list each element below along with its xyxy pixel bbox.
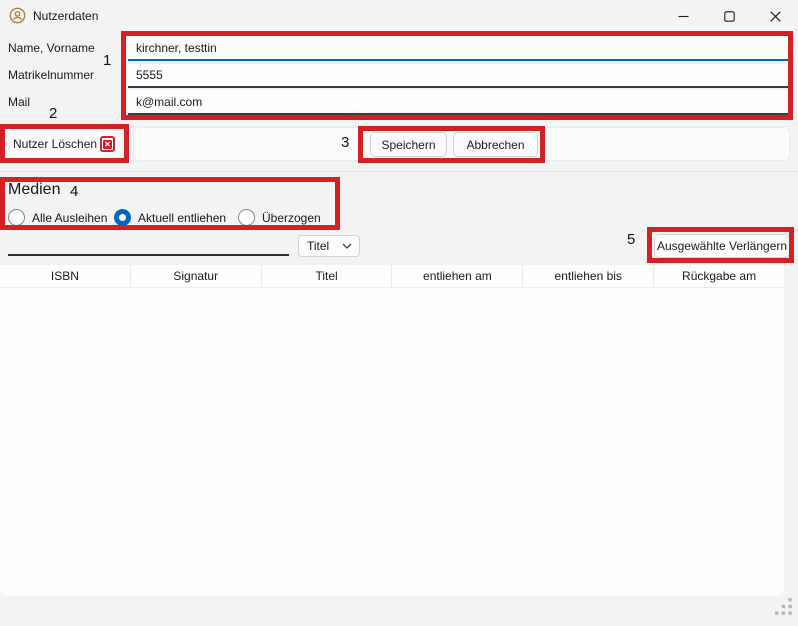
close-icon [770,11,781,22]
minimize-button[interactable] [660,0,706,32]
radio-circle [114,209,131,226]
medien-heading: Medien [8,181,60,199]
radio-ueberzogen[interactable]: Überzogen [238,209,321,226]
extend-selected-button[interactable]: Ausgewählte Verlängern [654,234,790,258]
radio-circle [238,209,255,226]
annotation-number-5: 5 [627,231,635,248]
mail-field-label: Mail [8,95,30,109]
minimize-icon [678,11,689,22]
close-button[interactable] [752,0,798,32]
annotation-number-1: 1 [103,52,111,69]
chevron-down-icon [342,243,352,249]
radio-label: Überzogen [262,211,321,225]
matrikelnummer-field[interactable] [128,64,788,88]
media-search-input[interactable] [8,234,289,256]
save-button[interactable]: Speichern [370,132,447,157]
delete-user-button[interactable]: Nutzer Löschen ✕ [4,127,123,161]
section-divider [0,171,798,172]
radio-label: Aktuell entliehen [138,211,226,225]
person-circle-icon [9,7,26,24]
radio-aktuell-entliehen[interactable]: Aktuell entliehen [114,209,226,226]
delete-x-icon: ✕ [100,136,115,152]
resize-grip[interactable] [774,597,794,617]
radio-circle [8,209,25,226]
filter-dropdown[interactable]: Titel [298,235,360,257]
name-field-label: Name, Vorname [8,41,95,55]
nutzerdaten-window: Nutzerdaten Name, Vorname Matrikelnummer… [0,0,798,626]
cancel-button[interactable]: Abbrechen [453,132,538,157]
delete-user-label: Nutzer Löschen [13,137,97,151]
column-header-isbn[interactable]: ISBN [0,265,130,287]
media-table-header: ISBN Signatur Titel entliehen am entlieh… [0,265,784,288]
column-header-signatur[interactable]: Signatur [130,265,261,287]
column-header-titel[interactable]: Titel [261,265,392,287]
column-header-entliehen-bis[interactable]: entliehen bis [522,265,653,287]
matrikelnummer-field-label: Matrikelnummer [8,68,94,82]
radio-alle-ausleihen[interactable]: Alle Ausleihen [8,209,107,226]
window-controls [660,0,798,32]
column-header-rueckgabe-am[interactable]: Rückgabe am [653,265,784,287]
filter-dropdown-value: Titel [307,239,329,253]
maximize-icon [724,11,735,22]
annotation-number-2: 2 [49,105,57,122]
mail-field[interactable] [128,90,788,115]
column-header-entliehen-am[interactable]: entliehen am [391,265,522,287]
maximize-button[interactable] [706,0,752,32]
name-field[interactable] [128,36,788,61]
annotation-number-4: 4 [70,183,78,200]
titlebar: Nutzerdaten [0,0,798,32]
window-title: Nutzerdaten [33,9,98,23]
media-table-body [0,288,784,596]
radio-label: Alle Ausleihen [32,211,107,225]
